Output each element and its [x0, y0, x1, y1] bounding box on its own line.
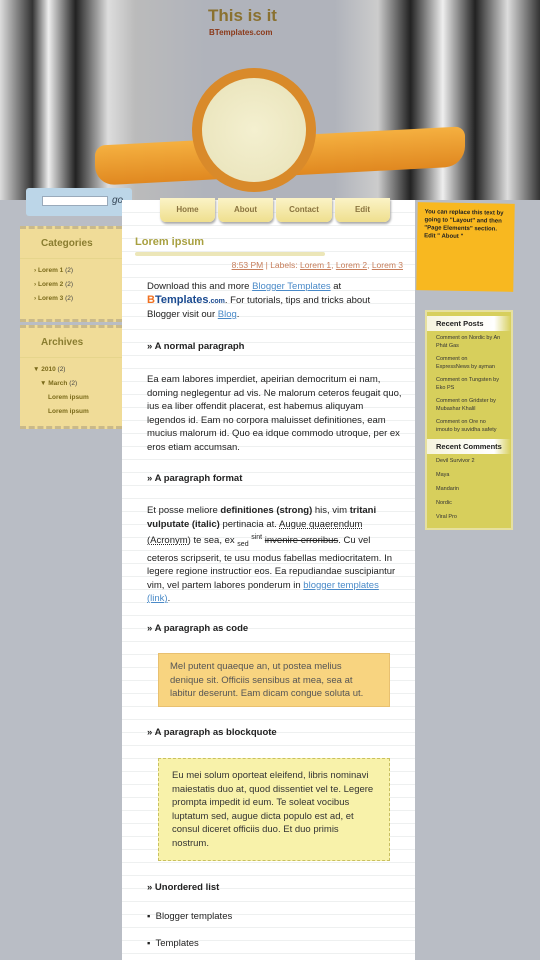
list-item: ▪ Blogger templates [147, 911, 233, 922]
recent-post-item[interactable]: Comment on Nordic by An Phát Gas [427, 334, 511, 350]
post-meta: 8:53 PM | Labels: Lorem 1, Lorem 2, Lore… [231, 260, 403, 270]
intro-paragraph: Download this and more Blogger Templates… [147, 281, 371, 320]
recent-comment-item[interactable]: Viral Pro [427, 513, 511, 521]
recent-post-item[interactable]: Comment on Gridster by Mubashar Khalil [427, 397, 511, 413]
header-emblem [192, 68, 316, 192]
btemplates-logo[interactable]: BTemplates.com [147, 294, 225, 306]
search-input[interactable] [42, 196, 108, 206]
recent-post-item[interactable]: Comment on Tungsten by Eko PS [427, 376, 511, 392]
blog-subtitle: BTemplates.com [209, 28, 273, 37]
archive-month[interactable]: ▼ March (2) [40, 380, 122, 387]
heading-quote: » A paragraph as blockquote [147, 727, 277, 738]
label-link[interactable]: Lorem 1 [300, 260, 331, 270]
archives-widget: Archives ▼ 2010 (2) ▼ March (2) Lorem ip… [20, 325, 122, 429]
recent-comments-title: Recent Comments [427, 439, 511, 454]
archive-post[interactable]: Lorem ipsum [48, 408, 122, 415]
nav-about[interactable]: About [218, 198, 273, 222]
recent-comment-item[interactable]: Maya [427, 471, 511, 479]
recent-widget: Recent Posts Comment on Nordic by An Phá… [425, 310, 513, 530]
post-title[interactable]: Lorem ipsum [135, 236, 204, 248]
recent-comment-item[interactable]: Devil Survivor 2 [427, 457, 511, 465]
label-link[interactable]: Lorem 2 [336, 260, 367, 270]
nav-contact[interactable]: Contact [276, 198, 332, 222]
archive-year[interactable]: ▼ 2010 (2) [33, 366, 122, 373]
heading-normal: » A normal paragraph [147, 341, 245, 352]
recent-comment-item[interactable]: Nordic [427, 499, 511, 507]
code-block: Mel putent quaeque an, ut postea melius … [158, 653, 390, 707]
blog-link[interactable]: Blog [218, 309, 237, 320]
recent-post-item[interactable]: Comment on Ore no imouto by suvidha safe… [427, 418, 511, 434]
title-underline [135, 252, 325, 256]
heading-format: » A paragraph format [147, 473, 243, 484]
blockquote: Eu mei solum oporteat eleifend, libris n… [158, 758, 390, 861]
recent-posts-title: Recent Posts [427, 316, 511, 331]
about-note: You can replace this text by going to "L… [416, 202, 515, 292]
recent-post-item[interactable]: Comment on ExpressNews by ayman [427, 355, 511, 371]
category-item[interactable]: › Lorem 3 (2) [34, 295, 122, 302]
categories-widget: Categories › Lorem 1 (2) › Lorem 2 (2) ›… [20, 226, 122, 322]
category-item[interactable]: › Lorem 1 (2) [34, 267, 122, 274]
category-item[interactable]: › Lorem 2 (2) [34, 281, 122, 288]
format-paragraph: Et posse meliore definitiones (strong) h… [147, 505, 396, 605]
blogger-templates-link[interactable]: Blogger Templates [252, 281, 331, 292]
label-link[interactable]: Lorem 3 [372, 260, 403, 270]
list-item: ▪ Templates [147, 938, 199, 949]
nav-home[interactable]: Home [160, 198, 215, 222]
heading-code: » A paragraph as code [147, 623, 249, 634]
recent-comment-item[interactable]: Mandarin [427, 485, 511, 493]
heading-list: » Unordered list [147, 882, 220, 893]
archives-title: Archives [20, 328, 122, 358]
nav-edit[interactable]: Edit [335, 198, 390, 222]
archive-post[interactable]: Lorem ipsum [48, 394, 122, 401]
categories-title: Categories [20, 229, 122, 259]
post-time[interactable]: 8:53 PM [232, 260, 264, 270]
blog-title[interactable]: This is it [208, 6, 277, 26]
normal-paragraph: Ea eam labores imperdiet, apeirian democ… [147, 374, 402, 453]
